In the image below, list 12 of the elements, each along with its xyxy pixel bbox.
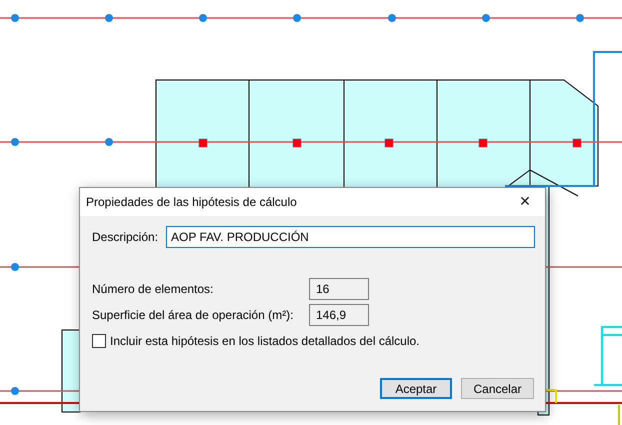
checkbox-label: Incluir esta hipótesis en los listados detallados del cálculo. (110, 334, 420, 348)
field-label: Número de elementos: (92, 282, 214, 296)
description-label: Descripción: (92, 230, 158, 244)
cancel-button[interactable]: Cancelar (461, 378, 534, 399)
field-label: Superficie del área de operación (m²): (92, 308, 294, 322)
value-field: 16 (309, 278, 369, 300)
value-field: 146,9 (309, 304, 369, 326)
description-field[interactable]: AOP FAV. PRODUCCIÓN (166, 226, 535, 248)
dialog-title: Propiedades de las hipótesis de cálculo (86, 195, 297, 209)
accept-button[interactable]: Aceptar (380, 378, 452, 399)
close-button[interactable]: ✕ (505, 188, 545, 216)
checkbox[interactable] (92, 334, 106, 348)
